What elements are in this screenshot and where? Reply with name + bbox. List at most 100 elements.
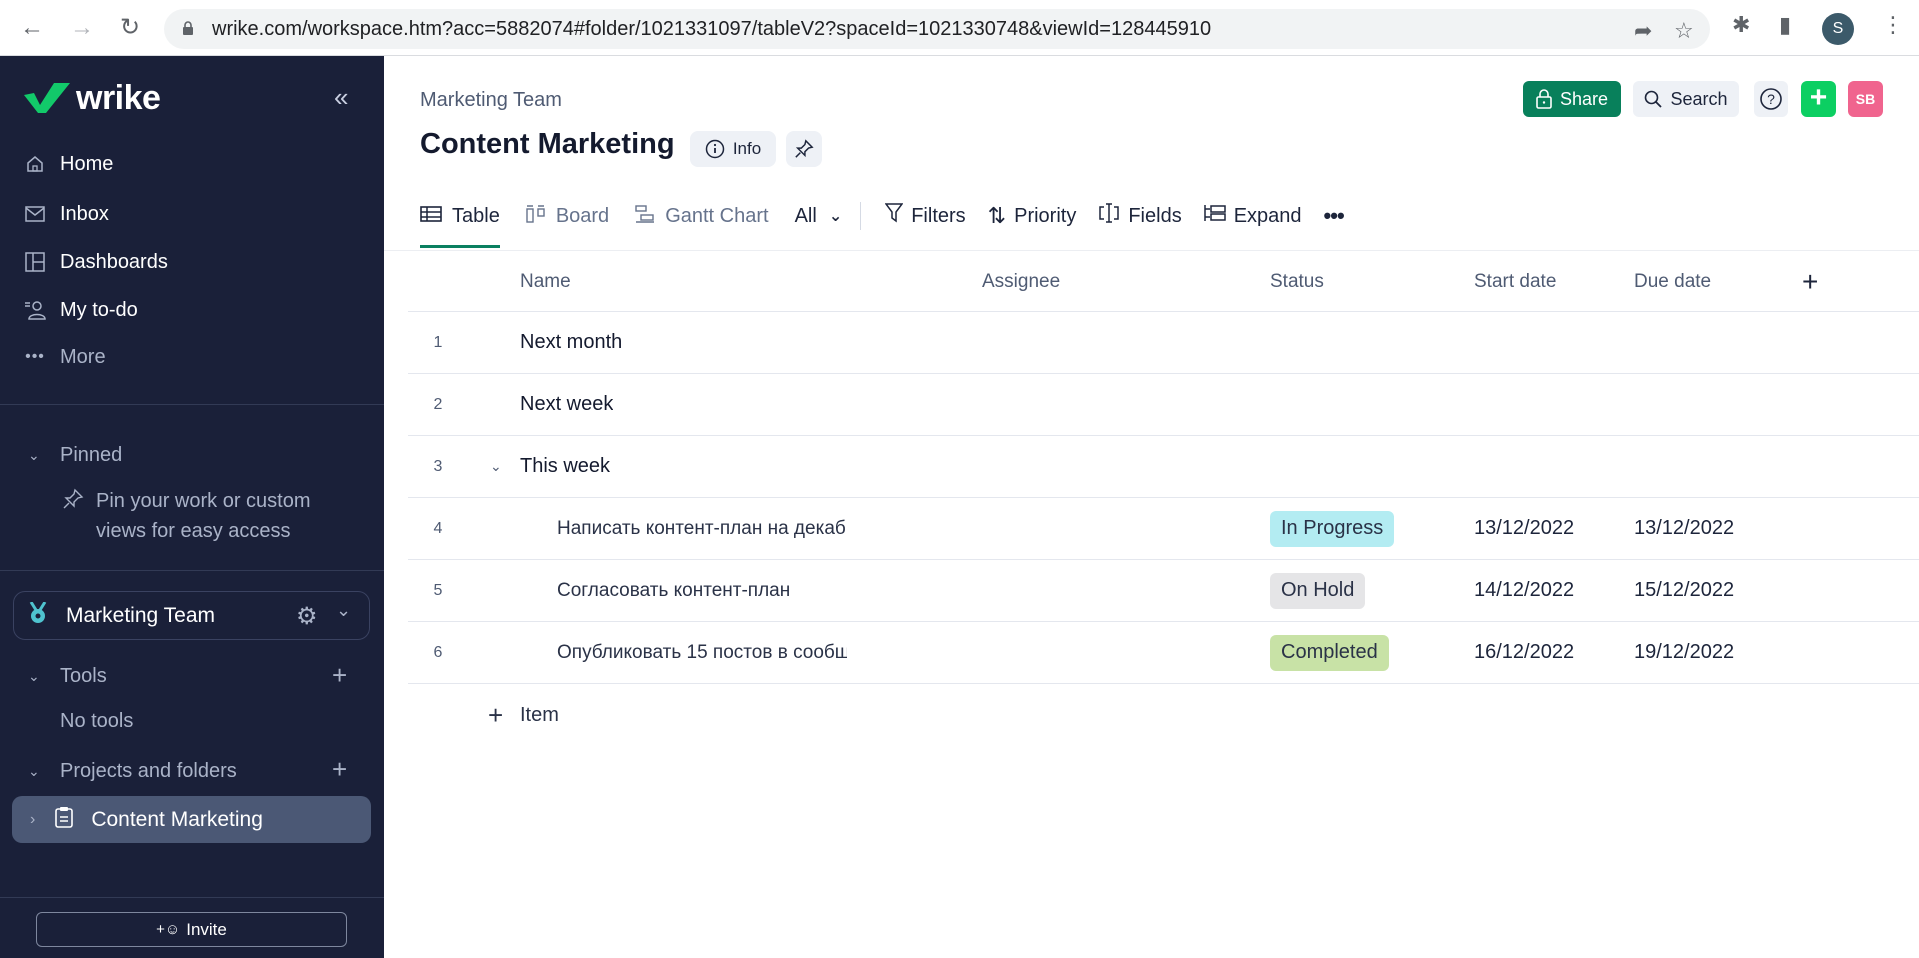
table-row[interactable]: 6 Опубликовать 15 постов в сообществе Co… (408, 622, 1919, 684)
view-toolbar: Table Board Gantt Chart All ⌄ Filters ⇅ … (420, 196, 1366, 248)
add-tool-button[interactable]: + (332, 662, 347, 688)
expand-button[interactable]: Expand (1203, 204, 1302, 228)
invite-button[interactable]: +☺ Invite (36, 912, 347, 947)
column-header-name[interactable]: Name (520, 252, 571, 311)
sidebar-item-home[interactable]: Home (24, 148, 113, 180)
sort-icon: ⇅ (987, 203, 1007, 228)
group-row[interactable]: 1 Next month (408, 312, 1919, 374)
more-horizontal-icon: ••• (1323, 203, 1345, 228)
pin-button[interactable] (786, 131, 822, 167)
sidebar-item-my-todo[interactable]: My to-do (24, 294, 138, 326)
task-start-date[interactable]: 14/12/2022 (1474, 560, 1574, 621)
main-content: Marketing Team Content Marketing Info Sh… (384, 56, 1919, 958)
group-row[interactable]: 3 ⌄ This week (408, 436, 1919, 498)
mail-icon (24, 203, 46, 225)
status-badge[interactable]: In Progress (1270, 510, 1395, 547)
dashboard-icon (24, 251, 46, 273)
column-header-start-date[interactable]: Start date (1474, 252, 1556, 311)
create-new-button[interactable]: + (1801, 81, 1836, 117)
pinned-section-toggle[interactable]: ⌄ Pinned (28, 440, 122, 470)
task-start-date[interactable]: 13/12/2022 (1474, 498, 1574, 559)
column-header-due-date[interactable]: Due date (1634, 252, 1711, 311)
group-name[interactable]: Next month (520, 312, 622, 373)
column-header-status[interactable]: Status (1270, 252, 1324, 311)
task-name[interactable]: Опубликовать 15 постов в сообществе (557, 622, 847, 683)
no-tools-text: No tools (60, 709, 134, 732)
add-item-button[interactable]: + Item (408, 684, 1919, 746)
chevron-down-icon: ⌄ (828, 208, 843, 225)
chevron-down-icon[interactable]: ⌄ (336, 600, 351, 621)
add-project-button[interactable]: + (332, 756, 347, 782)
group-row[interactable]: 2 Next week (408, 374, 1919, 436)
gear-icon[interactable]: ⚙ (296, 602, 318, 631)
table-row[interactable]: 5 Согласовать контент-план On Hold 14/12… (408, 560, 1919, 622)
task-name[interactable]: Написать контент-план на декабрь 2022 (557, 498, 847, 559)
expand-icon (1203, 204, 1226, 228)
help-icon: ? (1760, 88, 1782, 110)
task-due-date[interactable]: 13/12/2022 (1634, 498, 1734, 559)
wrike-logo[interactable]: wrike (24, 79, 161, 117)
bookmark-star-icon[interactable]: ☆ (1674, 18, 1694, 44)
address-bar[interactable]: wrike.com/workspace.htm?acc=5882074#fold… (164, 9, 1710, 49)
sidebar-item-more[interactable]: ••• More (24, 341, 105, 373)
add-column-button[interactable]: + (1802, 252, 1818, 311)
fields-button[interactable]: Fields (1098, 203, 1182, 229)
space-medal-icon (28, 601, 48, 629)
extensions-icon[interactable]: ✱ (1732, 12, 1750, 38)
todo-icon (24, 299, 46, 321)
wrike-check-icon (24, 83, 70, 113)
project-icon (55, 806, 74, 833)
status-badge[interactable]: On Hold (1270, 572, 1366, 609)
sidebar-item-dashboards[interactable]: Dashboards (24, 246, 168, 278)
lock-icon (183, 21, 193, 35)
sidebar-project-content-marketing[interactable]: › Content Marketing (12, 796, 371, 843)
task-table: Name Assignee Status Start date Due date… (408, 252, 1919, 746)
space-selector[interactable]: Marketing Team ⚙ ⌄ (13, 591, 370, 640)
table-row[interactable]: 4 Написать контент-план на декабрь 2022 … (408, 498, 1919, 560)
task-name[interactable]: Согласовать контент-план (557, 560, 847, 621)
task-due-date[interactable]: 15/12/2022 (1634, 560, 1734, 621)
back-icon[interactable]: ← (18, 14, 46, 42)
group-name[interactable]: Next week (520, 374, 613, 435)
toolbar-divider (860, 202, 862, 230)
browser-menu-icon[interactable]: ⋮ (1882, 12, 1904, 38)
priority-sort-button[interactable]: ⇅ Priority (988, 203, 1077, 229)
help-button[interactable]: ? (1754, 81, 1788, 117)
pinned-empty-hint: Pin your work or custom views for easy a… (96, 490, 311, 542)
group-name[interactable]: This week (520, 436, 610, 497)
board-icon (526, 204, 546, 228)
filters-button[interactable]: Filters (884, 203, 966, 229)
info-button[interactable]: Info (690, 131, 776, 167)
tab-gantt-chart[interactable]: Gantt Chart (635, 196, 769, 236)
browser-profile-avatar[interactable]: S (1822, 13, 1854, 45)
status-badge[interactable]: Completed (1270, 634, 1389, 671)
chevron-down-icon: ⌄ (28, 762, 40, 779)
side-panel-icon[interactable]: ▮ (1779, 12, 1791, 38)
reload-icon[interactable]: ↻ (116, 14, 144, 42)
view-filter-dropdown[interactable]: All ⌄ (795, 196, 843, 236)
task-due-date[interactable]: 19/12/2022 (1634, 622, 1734, 683)
breadcrumb[interactable]: Marketing Team (420, 89, 562, 112)
more-icon: ••• (25, 348, 45, 365)
share-page-icon[interactable]: ➦ (1634, 18, 1652, 44)
search-button[interactable]: Search (1633, 81, 1739, 117)
tab-board[interactable]: Board (526, 196, 609, 236)
sidebar-divider (0, 404, 384, 405)
user-avatar[interactable]: SB (1848, 81, 1883, 117)
tools-section-toggle[interactable]: ⌄ Tools (28, 661, 107, 691)
share-button[interactable]: Share (1523, 81, 1621, 117)
chevron-down-icon[interactable]: ⌄ (490, 436, 502, 497)
collapse-sidebar-icon[interactable]: « (334, 82, 348, 113)
task-start-date[interactable]: 16/12/2022 (1474, 622, 1574, 683)
chevron-right-icon[interactable]: › (30, 811, 35, 829)
more-options-button[interactable]: ••• (1323, 203, 1345, 229)
page-title[interactable]: Content Marketing (420, 128, 675, 161)
tab-table[interactable]: Table (420, 196, 500, 248)
projects-section-toggle[interactable]: ⌄ Projects and folders (28, 756, 237, 786)
chevron-down-icon: ⌄ (28, 667, 40, 684)
url-text: wrike.com/workspace.htm?acc=5882074#fold… (212, 18, 1212, 40)
table-icon (420, 205, 442, 227)
forward-icon[interactable]: → (68, 14, 96, 42)
sidebar-item-inbox[interactable]: Inbox (24, 198, 109, 230)
column-header-assignee[interactable]: Assignee (982, 252, 1060, 311)
